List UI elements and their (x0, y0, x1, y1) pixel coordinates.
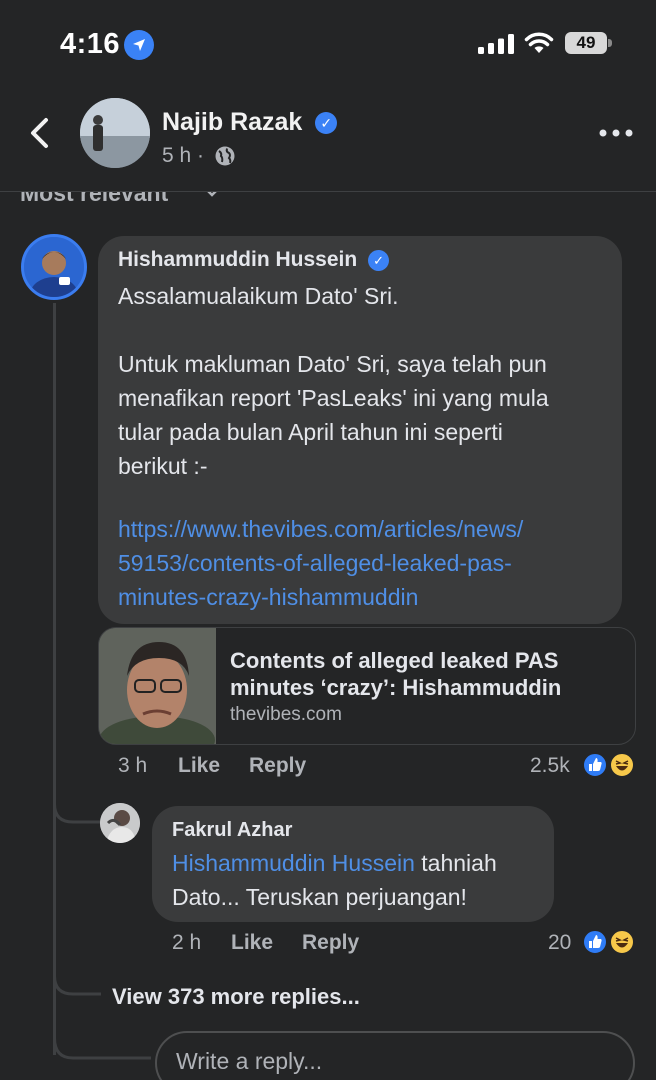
reaction-count[interactable]: 2.5k (530, 754, 570, 778)
back-arrow-icon[interactable] (26, 116, 52, 150)
reply-text-line: Dato... Teruskan perjuangan! (172, 884, 467, 910)
comment-time: 3 h (118, 754, 148, 777)
reply-input-placeholder: Write a reply... (176, 1048, 323, 1074)
globe-icon (215, 146, 235, 166)
location-icon (124, 30, 154, 60)
comment-text: Assalamualaikum Dato' Sri. Untuk makluma… (118, 283, 549, 479)
header-divider (0, 191, 656, 192)
wifi-icon (524, 32, 554, 53)
thread-branch (53, 1010, 151, 1060)
verified-badge-icon: ✓ (368, 250, 390, 271)
reply-author-avatar[interactable] (100, 803, 140, 843)
reply-text: Hishammuddin Hussein tahniah Dato... Ter… (172, 846, 552, 914)
like-reaction-icon (582, 929, 608, 955)
reply-reply-button[interactable]: Reply (302, 931, 359, 955)
battery-tip (608, 39, 612, 47)
page-name[interactable]: Najib Razak ✓ (162, 108, 338, 137)
header-background (0, 176, 656, 191)
reply-button[interactable]: Reply (249, 754, 306, 778)
post-time: 5 h · (162, 144, 205, 167)
page-avatar[interactable] (80, 98, 150, 168)
signal-icon (478, 34, 514, 54)
reply-like-button[interactable]: Like (231, 931, 273, 955)
thread-line (53, 303, 56, 1055)
link-preview-title: Contents of alleged leaked PAS minutes ‘… (230, 648, 562, 700)
status-time: 4:16 (60, 28, 121, 60)
thread-branch (53, 950, 101, 996)
comment-link[interactable]: https://www.thevibes.com/articles/news/ … (118, 512, 618, 614)
verified-badge-icon: ✓ (315, 112, 338, 134)
commenter-avatar[interactable] (21, 234, 87, 300)
reply-author[interactable]: Fakrul Azhar (172, 819, 292, 842)
comment-author[interactable]: Hishammuddin Hussein ✓ (118, 248, 390, 272)
link-preview-domain: thevibes.com (230, 704, 342, 725)
haha-reaction-icon (609, 752, 635, 778)
reply-reaction-count[interactable]: 20 (548, 931, 571, 955)
more-options-icon[interactable] (598, 126, 634, 140)
view-more-replies-link[interactable]: View 373 more replies... (112, 984, 360, 1010)
haha-reaction-icon (609, 929, 635, 955)
reply-time: 2 h (172, 931, 202, 954)
link-preview-card[interactable]: Contents of alleged leaked PAS minutes ‘… (98, 627, 636, 745)
thread-branch (53, 780, 101, 824)
like-reaction-icon (582, 752, 608, 778)
battery-icon: 49 (565, 32, 607, 54)
mention-link[interactable]: Hishammuddin Hussein (172, 850, 415, 876)
link-preview-image (99, 628, 216, 744)
reply-text-part: tahniah (414, 850, 497, 876)
like-button[interactable]: Like (178, 754, 220, 778)
